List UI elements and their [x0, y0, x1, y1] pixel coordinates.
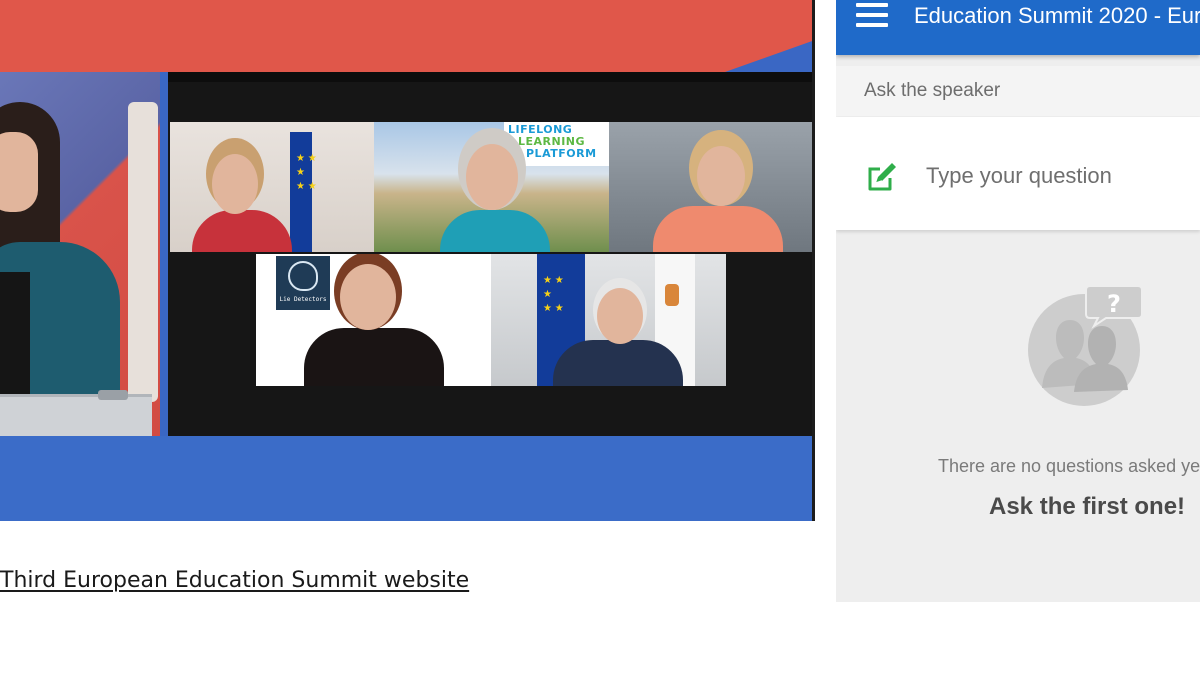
lifelong-learning-platform-logo: LIFELONG LEARNING PLATFORM — [504, 122, 609, 166]
participant-tile-2: LIFELONG LEARNING PLATFORM — [374, 122, 609, 252]
video-border — [812, 0, 815, 521]
people-question-icon: ? — [1028, 285, 1143, 406]
participant-head — [697, 146, 745, 206]
edit-question-icon — [868, 163, 896, 191]
panel-title: Education Summit 2020 - European Commiss… — [914, 3, 1200, 28]
svg-text:?: ? — [1107, 290, 1121, 318]
qa-panel: Education Summit 2020 - European Commiss… — [836, 0, 1200, 602]
participant-body — [304, 328, 444, 386]
lectern-microphone — [98, 390, 128, 400]
logo-line-3: PLATFORM — [526, 147, 597, 160]
question-input[interactable]: Type your question — [836, 117, 1200, 230]
participant-tile-5 — [491, 254, 726, 386]
brain-icon — [288, 261, 318, 291]
participant-body — [192, 210, 292, 252]
video-call-grid: LIFELONG LEARNING PLATFORM Lie Detectors — [168, 72, 813, 436]
panel-header: Education Summit 2020 - European Commiss… — [836, 0, 1200, 55]
lie-detectors-label: Lie Detectors — [279, 296, 327, 303]
participant-tile-1 — [170, 122, 374, 252]
participant-body — [440, 210, 550, 252]
participant-head — [466, 144, 518, 210]
summit-website-link[interactable]: Third European Education Summit website — [0, 568, 469, 593]
studio-screen — [128, 102, 158, 402]
call-top-bar — [168, 72, 813, 82]
stage-background-corner — [725, 40, 815, 72]
stage-background-blue — [0, 436, 815, 521]
participant-tile-3 — [609, 122, 813, 252]
lie-detectors-logo: Lie Detectors — [276, 256, 330, 310]
stage-background-red — [0, 0, 815, 72]
participant-body — [553, 340, 683, 386]
question-placeholder: Type your question — [926, 163, 1112, 188]
video-stream[interactable]: LIFELONG LEARNING PLATFORM Lie Detectors — [0, 0, 815, 521]
ask-speaker-label: Ask the speaker — [864, 80, 1001, 101]
lectern — [0, 394, 152, 436]
page: LIFELONG LEARNING PLATFORM Lie Detectors — [0, 0, 1200, 675]
empty-state-call-to-action: Ask the first one! — [989, 493, 1186, 520]
ask-speaker-header: Ask the speaker — [836, 66, 1200, 116]
participant-head — [212, 154, 258, 214]
hamburger-menu-icon[interactable] — [856, 3, 890, 29]
empty-state-message: There are no questions asked yet — [938, 456, 1200, 476]
participant-tile-4: Lie Detectors — [256, 254, 491, 386]
presenter-video — [0, 72, 160, 436]
participant-head — [340, 264, 396, 330]
participant-body — [653, 206, 783, 252]
participant-head — [597, 288, 643, 344]
eu-flag — [290, 132, 317, 252]
presenter-face — [0, 132, 38, 212]
